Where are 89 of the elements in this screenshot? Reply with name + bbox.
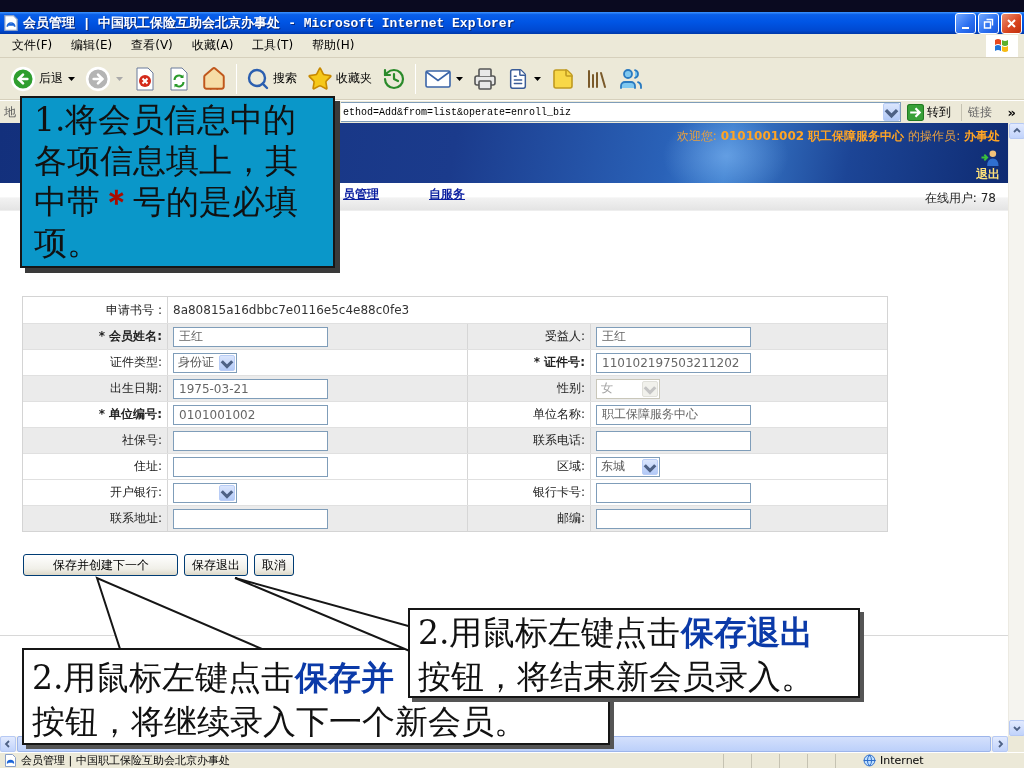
field-label: * 单位编号: <box>98 406 162 423</box>
field-label: * 会员姓名: <box>98 328 162 345</box>
chevron-down-icon <box>642 380 658 397</box>
callout-text: 1.将会员信息中的 <box>34 99 297 140</box>
status-text: 会员管理 | 中国职工保险互助会北京办事处 <box>21 753 230 768</box>
nav-link[interactable]: 自服务 <box>429 186 465 202</box>
text-field[interactable] <box>173 430 328 451</box>
favorites-button[interactable]: 收藏夹 <box>303 63 376 94</box>
restore-button[interactable] <box>978 12 999 34</box>
field-label: 区域: <box>556 458 585 475</box>
text-field[interactable]: 王红 <box>173 326 328 347</box>
select-field[interactable] <box>173 482 237 503</box>
back-button[interactable]: 后退 <box>6 63 79 94</box>
menu-item[interactable]: 文件(F) <box>4 35 61 56</box>
field-label: 银行卡号: <box>532 484 585 501</box>
text-field[interactable] <box>173 456 328 477</box>
menu-item[interactable]: 帮助(H) <box>304 35 363 56</box>
scroll-down-button[interactable] <box>1009 720 1024 736</box>
text-field[interactable]: 职工保障服务中心 <box>596 404 751 425</box>
close-button[interactable] <box>1001 12 1022 34</box>
menu-item[interactable]: 收藏(A) <box>183 35 242 56</box>
field-label: 联系电话: <box>532 432 585 449</box>
field-label: 单位名称: <box>532 406 585 423</box>
field-label: 住址: <box>133 458 162 475</box>
field-label: 受益人: <box>544 328 585 345</box>
select-field[interactable]: 东城 <box>596 456 660 477</box>
form-button[interactable]: 保存退出 <box>184 554 248 576</box>
text-field[interactable] <box>596 508 751 529</box>
field-label: 邮编: <box>556 510 585 527</box>
field-label: 性别: <box>556 380 585 397</box>
close-icon <box>1006 17 1017 29</box>
text-field[interactable]: 0101001002 <box>173 404 328 425</box>
go-button[interactable]: 转到 <box>904 103 957 121</box>
scroll-left-button[interactable] <box>0 736 16 752</box>
text-field[interactable] <box>596 482 751 503</box>
menu-item[interactable]: 工具(T) <box>244 35 302 56</box>
minimize-button[interactable] <box>955 12 976 34</box>
search-button[interactable]: 搜索 <box>242 64 301 93</box>
address-field[interactable]: ethod=Add&from=list&operate=enroll_biz <box>341 102 901 122</box>
chevron-down-icon <box>219 484 235 501</box>
select-field[interactable]: 身份证 <box>173 352 237 373</box>
chevron-down-icon <box>1013 724 1021 732</box>
field-label: 开户银行: <box>109 484 162 501</box>
callout-text: 2.用鼠标左键点击保存并 <box>32 659 394 697</box>
application-number-text: 8a80815a16dbbc7e0116e5c4e88c0fe3 <box>173 303 410 317</box>
chevron-right-icon <box>996 740 1004 748</box>
window-title: 会员管理 | 中国职工保险互助会北京办事处 - Microsoft Internet Explorer <box>23 15 515 32</box>
callout-text: 各项信息填上，其 <box>34 140 298 181</box>
text-field[interactable] <box>173 508 328 529</box>
field-label: 出生日期: <box>109 380 162 397</box>
chevron-down-icon <box>642 458 658 475</box>
callout-text: 按钮，将继续录入下一个新会员。 <box>32 703 527 741</box>
text-field[interactable]: 1975-03-21 <box>173 378 328 399</box>
chevron-down-icon <box>219 354 235 371</box>
online-users-text: 在线用户: 78 <box>924 190 996 207</box>
field-label: 证件类型: <box>109 354 162 371</box>
field-label: * 证件号: <box>533 354 585 371</box>
chevron-left-icon <box>4 740 12 748</box>
form-button[interactable]: 取消 <box>254 554 294 576</box>
field-label: 申请书号 : <box>106 301 162 319</box>
callout-text: 2.用鼠标左键点击保存退出 <box>418 614 813 652</box>
user-arrow-icon <box>980 149 1000 166</box>
field-label: 联系地址: <box>109 510 162 527</box>
menu-item[interactable]: 查看(V) <box>123 35 181 56</box>
restore-icon <box>983 17 994 29</box>
scroll-up-button[interactable] <box>1009 123 1024 139</box>
page-icon <box>3 15 19 31</box>
chevron-down-icon <box>882 103 900 121</box>
callout-text: 项。 <box>34 222 100 263</box>
address-label: 地 <box>4 103 16 121</box>
scroll-right-button[interactable] <box>992 736 1008 752</box>
globe-icon <box>863 754 876 767</box>
welcome-text: 欢迎您: 0101001002 职工保障服务中心 的操作员: 办事处 <box>676 128 1000 145</box>
zone-text: Internet <box>880 754 925 767</box>
callout-text: 按钮，将结束新会员录入。 <box>418 658 814 696</box>
text-field[interactable]: 110102197503211202 <box>596 352 751 373</box>
text-field[interactable]: 王红 <box>596 326 751 347</box>
menu-item[interactable]: 编辑(E) <box>63 35 121 56</box>
nav-link[interactable]: 员管理 <box>343 186 379 202</box>
logout-link[interactable]: 退出 <box>976 166 1000 183</box>
links-button[interactable]: 链接 <box>960 103 998 121</box>
minimize-icon <box>962 26 969 29</box>
text-field[interactable] <box>596 430 751 451</box>
more-button[interactable]: » <box>1001 104 1020 120</box>
chevron-up-icon <box>1013 127 1021 135</box>
form-button[interactable]: 保存并创建下一个 <box>23 554 178 576</box>
field-label: 社保号: <box>121 432 162 449</box>
callout-text: 中带＊号的是必填 <box>34 181 298 222</box>
flag-icon <box>986 34 1018 57</box>
